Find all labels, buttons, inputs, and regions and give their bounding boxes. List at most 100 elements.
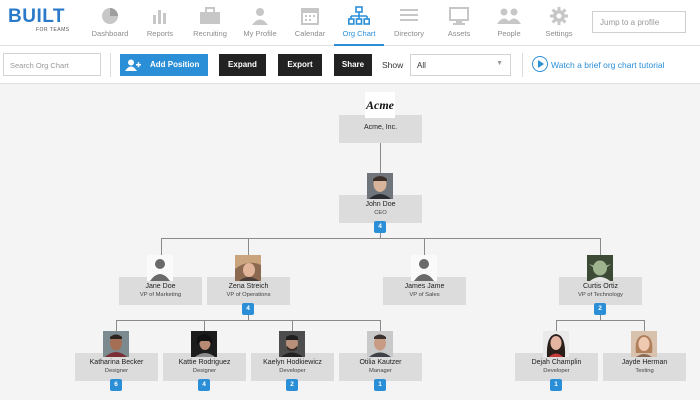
org-chart-toolbar: Search Org Chart Add Position Expand Exp… bbox=[0, 46, 700, 84]
direct-reports-badge[interactable]: 4 bbox=[198, 379, 210, 391]
nav-org-chart[interactable]: Org Chart bbox=[334, 4, 384, 46]
org-node-staff[interactable]: Otilia Kautzer Manager bbox=[339, 353, 422, 381]
nav-label: Recruiting bbox=[193, 29, 227, 38]
connector-line bbox=[644, 320, 645, 331]
org-node-staff[interactable]: Katharina Becker Designer bbox=[75, 353, 158, 381]
nav-settings[interactable]: Settings bbox=[534, 4, 584, 42]
node-title: CEO bbox=[374, 210, 387, 216]
org-node-ceo[interactable]: John Doe CEO bbox=[339, 195, 422, 223]
play-icon[interactable] bbox=[532, 56, 548, 72]
person-icon bbox=[252, 8, 268, 25]
avatar[interactable] bbox=[279, 331, 305, 357]
node-title: Designer bbox=[192, 368, 217, 374]
built-logo[interactable]: BUILT FOR TEAMS bbox=[8, 7, 72, 37]
avatar[interactable] bbox=[103, 331, 129, 357]
nav-recruiting[interactable]: Recruiting bbox=[185, 4, 235, 42]
node-title: Testing bbox=[635, 368, 654, 374]
avatar[interactable] bbox=[631, 331, 657, 357]
avatar[interactable] bbox=[235, 255, 261, 281]
nav-people[interactable]: People bbox=[484, 4, 534, 42]
node-name: Acme, Inc. bbox=[363, 124, 398, 131]
connector-line bbox=[248, 238, 249, 255]
avatar[interactable] bbox=[587, 255, 613, 281]
nav-label: Org Chart bbox=[342, 29, 376, 38]
avatar[interactable] bbox=[191, 331, 217, 357]
connector-line bbox=[161, 238, 601, 239]
search-org-chart-input[interactable]: Search Org Chart bbox=[3, 53, 101, 76]
connector-line bbox=[380, 143, 381, 173]
direct-reports-badge[interactable]: 4 bbox=[242, 303, 254, 315]
direct-reports-badge[interactable]: 1 bbox=[550, 379, 562, 391]
node-title: VP of Technology bbox=[578, 292, 623, 298]
org-node-company[interactable]: Acme, Inc. bbox=[339, 115, 422, 143]
node-title: VP of Marketing bbox=[139, 292, 182, 298]
org-node-vp[interactable]: James Jame VP of Sales bbox=[383, 277, 466, 305]
node-name: Jayde Herman bbox=[621, 359, 668, 366]
direct-reports-badge[interactable]: 6 bbox=[110, 379, 122, 391]
nav-label: Directory bbox=[393, 29, 424, 38]
nav-assets[interactable]: Assets bbox=[434, 4, 484, 42]
pie-chart-icon bbox=[102, 8, 118, 24]
brand-name: BUILT bbox=[8, 6, 66, 27]
org-node-staff[interactable]: Kaelyn Hodkiewicz Developer bbox=[251, 353, 334, 381]
connector-line bbox=[556, 320, 645, 321]
direct-reports-badge[interactable]: 2 bbox=[286, 379, 298, 391]
connector-line bbox=[161, 238, 162, 255]
nav-dashboard[interactable]: Dashboard bbox=[85, 4, 135, 42]
nav-label: Calendar bbox=[294, 29, 326, 38]
org-node-staff[interactable]: Jayde Herman Testing bbox=[603, 353, 686, 381]
connector-line bbox=[600, 238, 601, 255]
default-avatar-icon[interactable] bbox=[411, 255, 437, 281]
jump-to-profile-input[interactable]: Jump to a profile bbox=[592, 11, 686, 33]
show-label: Show bbox=[382, 60, 404, 70]
divider bbox=[522, 53, 523, 77]
tutorial-link[interactable]: Watch a brief org chart tutorial bbox=[551, 60, 665, 70]
nav-my-profile[interactable]: My Profile bbox=[235, 4, 285, 42]
calendar-icon bbox=[301, 8, 319, 25]
node-name: Curtis Ortiz bbox=[583, 283, 618, 290]
people-icon bbox=[497, 8, 521, 24]
add-position-label: Add Position bbox=[150, 60, 200, 69]
org-node-vp[interactable]: Curtis Ortiz VP of Technology bbox=[559, 277, 642, 305]
default-avatar-icon[interactable] bbox=[147, 255, 173, 281]
org-node-vp[interactable]: Zena Streich VP of Operations bbox=[207, 277, 290, 305]
connector-line bbox=[292, 320, 293, 331]
node-title: Developer bbox=[279, 368, 306, 374]
node-title: VP of Sales bbox=[409, 292, 440, 298]
avatar[interactable] bbox=[367, 331, 393, 357]
avatar[interactable] bbox=[367, 173, 393, 199]
node-title: Manager bbox=[369, 368, 392, 374]
node-title: VP of Operations bbox=[226, 292, 271, 298]
export-button[interactable]: Export bbox=[278, 54, 322, 76]
monitor-icon bbox=[449, 7, 469, 25]
nav-label: Dashboard bbox=[91, 29, 129, 38]
direct-reports-badge[interactable]: 4 bbox=[374, 221, 386, 233]
connector-line bbox=[116, 320, 381, 321]
nav-calendar[interactable]: Calendar bbox=[285, 4, 335, 42]
connector-line bbox=[556, 320, 557, 331]
org-node-staff[interactable]: Kattie Rodriguez Designer bbox=[163, 353, 246, 381]
direct-reports-badge[interactable]: 1 bbox=[374, 379, 386, 391]
node-name: John Doe bbox=[365, 201, 396, 208]
node-title: Designer bbox=[104, 368, 129, 374]
node-name: Kaelyn Hodkiewicz bbox=[263, 359, 322, 366]
list-icon bbox=[400, 9, 418, 21]
nav-label: People bbox=[497, 29, 521, 38]
connector-line bbox=[116, 320, 117, 331]
connector-line bbox=[204, 320, 205, 331]
direct-reports-badge[interactable]: 2 bbox=[594, 303, 606, 315]
bar-chart-icon bbox=[153, 10, 166, 24]
divider bbox=[110, 53, 111, 77]
share-button[interactable]: Share bbox=[334, 54, 372, 76]
nav-directory[interactable]: Directory bbox=[384, 4, 434, 42]
connector-line bbox=[424, 238, 425, 255]
org-node-staff[interactable]: Dejah Champlin Developer bbox=[515, 353, 598, 381]
nav-label: Assets bbox=[447, 29, 471, 38]
show-filter-select[interactable]: All ▼ bbox=[410, 54, 511, 76]
nav-reports[interactable]: Reports bbox=[135, 4, 185, 42]
avatar[interactable] bbox=[543, 331, 569, 357]
add-position-button[interactable]: Add Position bbox=[120, 54, 208, 76]
org-node-vp[interactable]: Jane Doe VP of Marketing bbox=[119, 277, 202, 305]
node-name: James Jame bbox=[404, 283, 445, 290]
expand-button[interactable]: Expand bbox=[219, 54, 266, 76]
